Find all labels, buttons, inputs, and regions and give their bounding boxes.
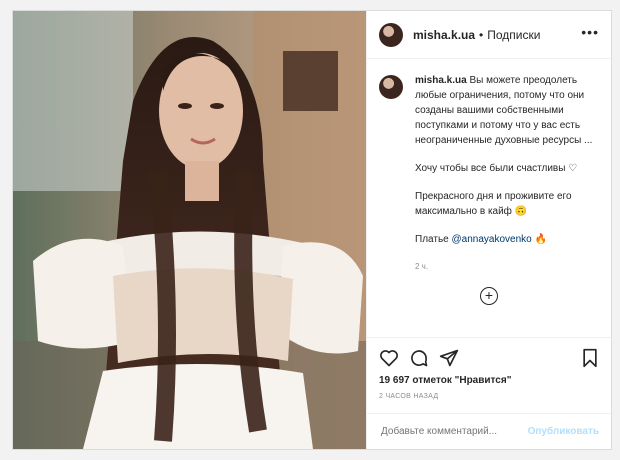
post-sidebar: misha.k.ua • Подписки ••• misha.k.ua Вы … — [366, 11, 611, 449]
likes-count[interactable]: 19 697 отметок "Нравится" — [379, 375, 511, 386]
more-options-icon[interactable]: ••• — [581, 25, 599, 39]
comment-input[interactable] — [379, 425, 528, 438]
load-more-comments-icon[interactable]: + — [480, 287, 498, 305]
caption-para-1: misha.k.ua Вы можете преодолеть любые ог… — [415, 73, 599, 148]
post-timestamp: 2 ЧАСОВ НАЗАД — [379, 393, 439, 400]
comment-icon[interactable] — [409, 348, 429, 368]
caption-time: 2 ч. — [415, 262, 429, 271]
post-header: misha.k.ua • Подписки ••• — [367, 11, 611, 59]
caption-avatar[interactable] — [379, 75, 403, 99]
caption-text-4-suffix: 🔥 — [531, 234, 547, 245]
action-bar — [367, 337, 611, 379]
caption-text-2: Хочу чтобы все были счастливы ♡ — [415, 163, 578, 174]
caption-text: misha.k.ua Вы можете преодолеть любые ог… — [415, 73, 599, 274]
avatar[interactable] — [379, 22, 403, 47]
heart-icon[interactable] — [379, 348, 399, 368]
follow-status-button[interactable]: Подписки — [487, 28, 540, 42]
caption-text-4-prefix: Платье — [415, 234, 452, 245]
caption-area: misha.k.ua Вы можете преодолеть любые ог… — [367, 59, 611, 337]
share-icon[interactable] — [439, 348, 459, 368]
post-photo[interactable] — [13, 11, 366, 449]
mention-link[interactable]: @annayakovenko — [452, 234, 532, 245]
photo-illustration — [13, 11, 366, 449]
caption-para-4: Платье @annayakovenko 🔥 — [415, 232, 599, 247]
comment-box: Опубликовать — [367, 413, 611, 449]
publish-button[interactable]: Опубликовать — [528, 426, 599, 437]
post-card: misha.k.ua • Подписки ••• misha.k.ua Вы … — [12, 10, 612, 450]
caption-row: misha.k.ua Вы можете преодолеть любые ог… — [379, 73, 599, 274]
caption-username[interactable]: misha.k.ua — [415, 75, 467, 86]
header-username[interactable]: misha.k.ua — [413, 28, 475, 42]
separator-dot: • — [479, 27, 484, 42]
caption-text-3: Прекрасного дня и проживите его максимал… — [415, 191, 572, 217]
bookmark-icon[interactable] — [580, 348, 600, 368]
